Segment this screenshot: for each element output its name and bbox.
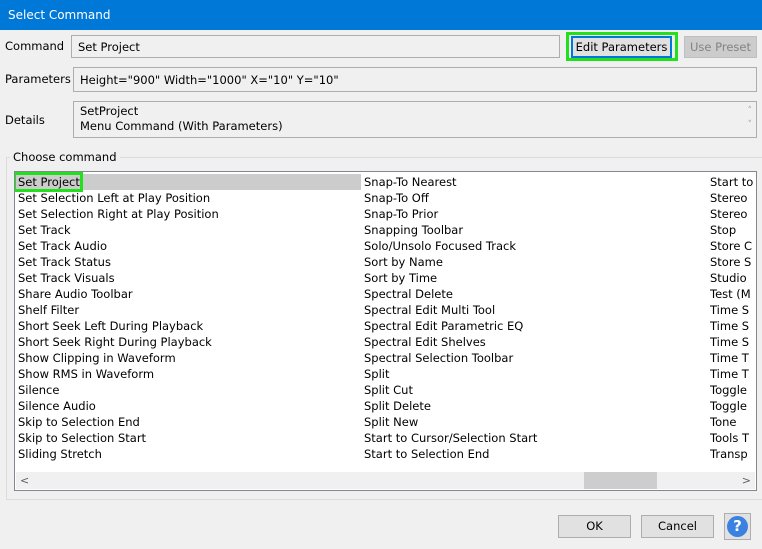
list-item[interactable]: Tone (707, 414, 753, 430)
command-list[interactable]: Set Project Set Selection Left at Play Po… (14, 171, 757, 491)
list-item[interactable]: Set Selection Left at Play Position (15, 190, 219, 206)
list-item[interactable]: Set Track Audio (15, 238, 219, 254)
list-item[interactable]: Time S (707, 334, 753, 350)
list-item[interactable]: Short Seek Right During Playback (15, 334, 219, 350)
list-item[interactable]: Spectral Edit Parametric EQ (361, 318, 537, 334)
list-item[interactable]: Split Cut (361, 382, 537, 398)
list-item[interactable]: Silence (15, 382, 219, 398)
list-item[interactable]: Snap-To Nearest (361, 174, 537, 190)
list-item[interactable]: Solo/Unsolo Focused Track (361, 238, 537, 254)
list-item[interactable]: Set Selection Right at Play Position (15, 206, 219, 222)
details-line-2: Menu Command (With Parameters) (80, 119, 283, 133)
list-item[interactable]: Spectral Selection Toolbar (361, 350, 537, 366)
list-item[interactable]: Snap-To Prior (361, 206, 537, 222)
list-item[interactable]: Silence Audio (15, 398, 219, 414)
help-icon: ? (727, 516, 748, 537)
list-item[interactable]: Shelf Filter (15, 302, 219, 318)
cancel-button[interactable]: Cancel (641, 515, 714, 538)
list-item[interactable]: Short Seek Left During Playback (15, 318, 219, 334)
horizontal-scrollbar[interactable]: < > (16, 472, 755, 489)
list-item[interactable]: Toggle (707, 398, 753, 414)
list-item[interactable]: Time S (707, 318, 753, 334)
list-item[interactable]: Store S (707, 254, 753, 270)
list-item[interactable]: Split Delete (361, 398, 537, 414)
highlight-set-project (15, 172, 83, 192)
use-preset-button[interactable]: Use Preset (684, 36, 757, 58)
scroll-left-icon[interactable]: < (20, 472, 29, 489)
list-item[interactable]: Start to Cursor/Selection Start (361, 430, 537, 446)
list-item[interactable]: Share Audio Toolbar (15, 286, 219, 302)
list-item[interactable]: Spectral Delete (361, 286, 537, 302)
list-item[interactable]: Start to (707, 174, 753, 190)
list-item[interactable]: Time T (707, 350, 753, 366)
list-item[interactable]: Skip to Selection Start (15, 430, 219, 446)
list-item[interactable]: Stop (707, 222, 753, 238)
list-item[interactable]: Snap-To Off (361, 190, 537, 206)
list-item[interactable]: Split (361, 366, 537, 382)
details-field[interactable]: SetProject Menu Command (With Parameters… (73, 101, 757, 138)
scrollbar-thumb[interactable] (584, 472, 657, 489)
title-bar: Select Command (0, 0, 762, 30)
help-button[interactable]: ? (724, 513, 751, 540)
list-item[interactable]: Sort by Time (361, 270, 537, 286)
list-item[interactable]: Sort by Name (361, 254, 537, 270)
list-item[interactable]: Studio (707, 270, 753, 286)
details-label: Details (5, 113, 45, 127)
ok-button[interactable]: OK (558, 515, 631, 538)
list-item[interactable]: Transp (707, 446, 753, 462)
list-item[interactable]: Show Clipping in Waveform (15, 350, 219, 366)
list-item[interactable]: Test (M (707, 286, 753, 302)
parameters-label: Parameters (5, 72, 71, 86)
list-item[interactable]: Split New (361, 414, 537, 430)
scroll-arrows-icon[interactable]: ˄ ˅ (748, 104, 753, 132)
list-item[interactable]: Stereo (707, 206, 753, 222)
list-item[interactable]: Store C (707, 238, 753, 254)
command-field[interactable]: Set Project (71, 35, 560, 58)
list-item[interactable]: Toggle (707, 382, 753, 398)
command-label: Command (5, 39, 65, 53)
scroll-right-icon[interactable]: > (742, 472, 751, 489)
details-line-1: SetProject (80, 104, 139, 118)
choose-command-label: Choose command (10, 150, 120, 164)
list-item[interactable]: Spectral Edit Shelves (361, 334, 537, 350)
list-item[interactable]: Start to Selection End (361, 446, 537, 462)
list-item[interactable]: Stereo (707, 190, 753, 206)
list-item[interactable]: Set Track (15, 222, 219, 238)
list-item[interactable]: Skip to Selection End (15, 414, 219, 430)
list-item[interactable]: Set Track Status (15, 254, 219, 270)
list-item[interactable]: Tools T (707, 430, 753, 446)
list-item[interactable]: Spectral Edit Multi Tool (361, 302, 537, 318)
parameters-field[interactable]: Height="900" Width="1000" X="10" Y="10" (73, 67, 757, 92)
list-item[interactable]: Snapping Toolbar (361, 222, 537, 238)
list-item[interactable]: Sliding Stretch (15, 446, 219, 462)
edit-parameters-button[interactable]: Edit Parameters (571, 36, 672, 58)
list-item[interactable]: Time T (707, 366, 753, 382)
list-item[interactable]: Set Track Visuals (15, 270, 219, 286)
list-item[interactable]: Time S (707, 302, 753, 318)
list-item[interactable]: Show RMS in Waveform (15, 366, 219, 382)
